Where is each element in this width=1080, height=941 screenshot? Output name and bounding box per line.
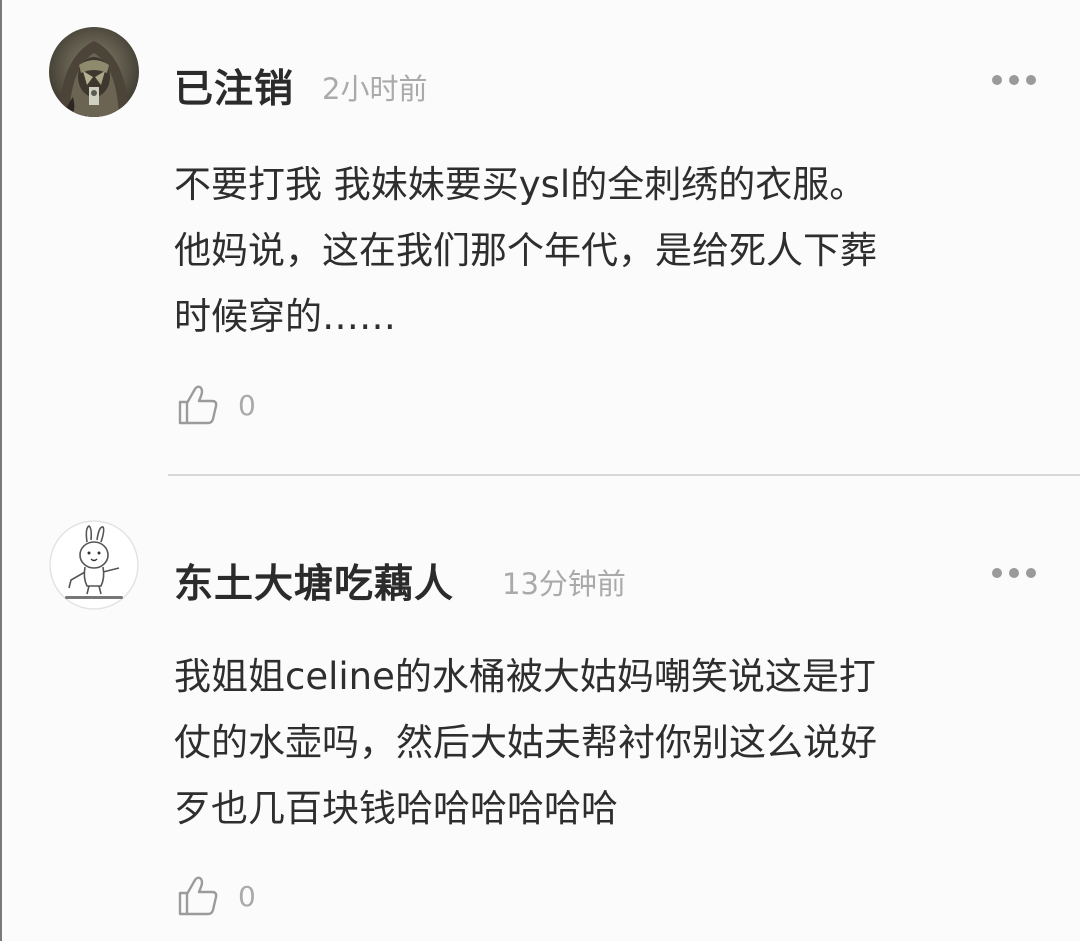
like-count: 0 xyxy=(238,879,256,913)
comment-item: 东土大塘吃藕人 13分钟前 我姐姐celine的水桶被大姑妈嘲笑说这是打 仗的水… xyxy=(2,476,1080,941)
comment-text: 我姐姐celine的水桶被大姑妈嘲笑说这是打 仗的水壶吗，然后大姑夫帮衬你别这么… xyxy=(174,644,1044,842)
more-dot-icon xyxy=(1026,75,1036,85)
comment-line: 时候穿的…… xyxy=(174,295,396,338)
user-avatar[interactable] xyxy=(49,520,139,610)
more-dot-icon xyxy=(1026,568,1036,578)
like-control: 0 xyxy=(174,380,256,430)
more-dot-icon xyxy=(992,75,1002,85)
comment-time: 2小时前 xyxy=(322,72,428,106)
rabbit-doodle-avatar-icon xyxy=(49,520,139,610)
comment-list: 已注销 2小时前 不要打我 我妹妹要买ysl的全刺绣的衣服。 他妈说，这在我们那… xyxy=(0,0,1080,941)
comment-line: 我姐姐celine的水桶被大姑妈嘲笑说这是打 xyxy=(174,655,876,698)
more-dot-icon xyxy=(1009,75,1019,85)
more-dot-icon xyxy=(992,568,1002,578)
comment-line: 仗的水壶吗，然后大姑夫帮衬你别这么说好 xyxy=(174,721,877,764)
user-avatar[interactable] xyxy=(49,27,139,117)
comment-line: 歹也几百块钱哈哈哈哈哈哈 xyxy=(174,787,618,830)
more-options-button[interactable] xyxy=(992,566,1036,580)
more-options-button[interactable] xyxy=(992,73,1036,87)
like-control: 0 xyxy=(174,871,256,921)
comment-line: 他妈说，这在我们那个年代，是给死人下葬 xyxy=(174,229,877,272)
comment-item: 已注销 2小时前 不要打我 我妹妹要买ysl的全刺绣的衣服。 他妈说，这在我们那… xyxy=(2,0,1080,475)
thumbs-up-icon[interactable] xyxy=(174,381,222,429)
hooded-figure-avatar-icon xyxy=(49,27,139,117)
comment-line: 不要打我 我妹妹要买ysl的全刺绣的衣服。 xyxy=(174,163,867,206)
like-count: 0 xyxy=(238,388,256,422)
comment-text: 不要打我 我妹妹要买ysl的全刺绣的衣服。 他妈说，这在我们那个年代，是给死人下… xyxy=(174,152,1044,350)
more-dot-icon xyxy=(1009,568,1019,578)
thumbs-up-icon[interactable] xyxy=(174,872,222,920)
comment-time: 13分钟前 xyxy=(502,567,626,601)
username[interactable]: 东土大塘吃藕人 xyxy=(174,553,454,609)
username[interactable]: 已注销 xyxy=(174,58,294,114)
